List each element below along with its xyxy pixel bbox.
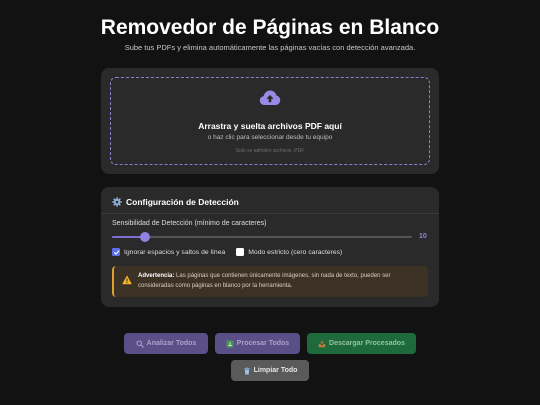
config-title-label: Configuración de Detección <box>126 197 239 207</box>
download-processed-button[interactable]: Descargar Procesados <box>307 333 416 354</box>
dropzone-title: Arrastra y suelta archivos PDF aquí <box>198 121 342 131</box>
clear-all-label: Limpiar Todo <box>253 367 298 374</box>
warning-icon <box>122 275 132 285</box>
page-subtitle: Sube tus PDFs y elimina automáticamente … <box>124 43 416 52</box>
process-all-label: Procesar Todos <box>236 340 290 347</box>
ignore-spaces-checkbox[interactable] <box>112 248 120 256</box>
clear-all-button[interactable]: Limpiar Todo <box>231 360 309 381</box>
sensitivity-value: 10 <box>419 233 427 240</box>
config-divider <box>101 213 439 214</box>
ignore-spaces-label[interactable]: Ignorar espacios y saltos de línea <box>124 249 225 256</box>
detection-options: Ignorar espacios y saltos de línea Modo … <box>112 248 342 256</box>
cloud-upload-icon <box>259 90 281 105</box>
upload-card: Arrastra y suelta archivos PDF aquí o ha… <box>101 68 439 174</box>
config-title: Configuración de Detección <box>112 197 239 207</box>
dropzone-subtitle: o haz clic para seleccionar desde tu equ… <box>207 134 333 141</box>
analyze-all-button[interactable]: Analizar Todos <box>124 333 208 354</box>
slider-thumb[interactable] <box>140 232 150 242</box>
sensitivity-label: Sensibilidad de Detección (mínimo de car… <box>112 220 267 227</box>
trash-icon <box>243 366 250 375</box>
detection-config-card: Configuración de Detección Sensibilidad … <box>101 187 439 307</box>
dropzone-note: Solo se admiten archivos .PDF <box>235 148 305 154</box>
warning-banner: Advertencia: Las páginas que contienen ú… <box>112 266 428 297</box>
strict-mode-checkbox[interactable] <box>236 248 245 256</box>
check-icon <box>113 249 119 255</box>
analyze-all-label: Analizar Todos <box>146 340 197 347</box>
warning-message: Las páginas que contienen únicamente imá… <box>138 273 391 289</box>
page-title: Removedor de Páginas en Blanco <box>100 16 440 39</box>
process-all-button[interactable]: Procesar Todos <box>215 333 300 354</box>
warning-label: Advertencia: <box>138 273 175 279</box>
process-icon <box>226 339 234 348</box>
strict-mode-label[interactable]: Modo estricto (cero caracteres) <box>248 249 342 256</box>
download-processed-label: Descargar Procesados <box>329 340 405 347</box>
inbox-tray-icon <box>318 339 326 347</box>
pdf-dropzone[interactable]: Arrastra y suelta archivos PDF aquí o ha… <box>110 77 430 165</box>
gear-icon <box>112 197 122 207</box>
warning-text: Advertencia: Las páginas que contienen ú… <box>138 272 424 291</box>
sensitivity-slider[interactable] <box>112 232 412 242</box>
slider-track <box>112 236 412 238</box>
magnifier-icon <box>136 339 144 348</box>
